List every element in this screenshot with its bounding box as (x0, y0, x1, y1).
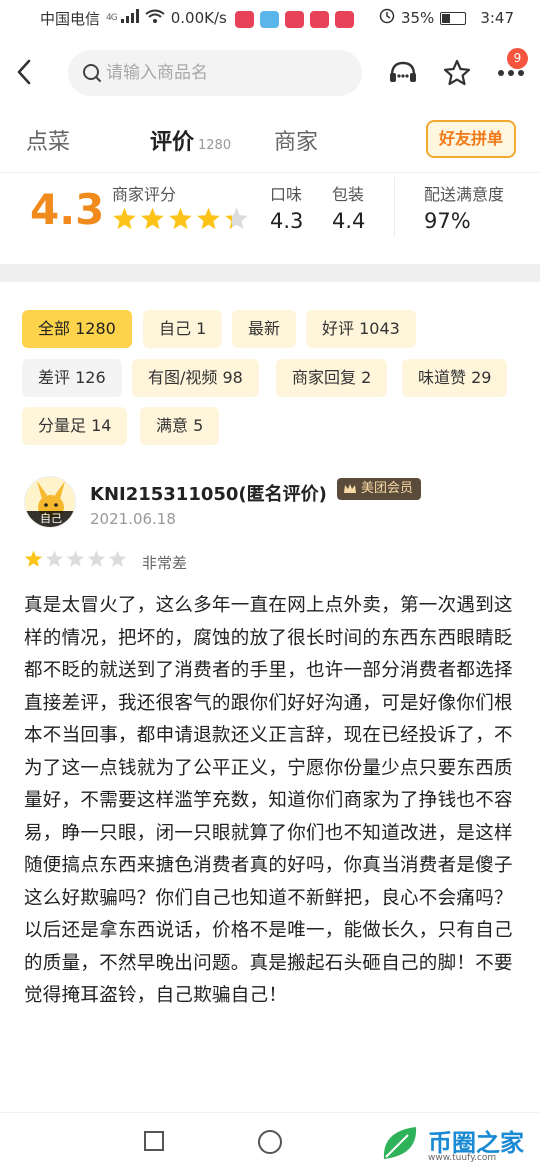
star-outline-icon (443, 59, 471, 86)
customer-service-icon (390, 61, 416, 82)
recents-button[interactable] (144, 1131, 164, 1151)
filter-chip-positive[interactable]: 好评 1043 (306, 310, 416, 348)
tab-label: 商家 (274, 130, 319, 155)
score-label: 商家评分 (112, 185, 177, 204)
system-nav-bar: 币圈之家 www.tuufy.com (0, 1112, 540, 1170)
favorite-button[interactable] (440, 56, 474, 90)
search-input[interactable] (106, 63, 346, 83)
battery-percent: 35% (400, 9, 435, 27)
filter-chip-mine[interactable]: 自己 1 (143, 310, 223, 348)
score-stars (112, 207, 249, 232)
packaging-label: 包装 (332, 185, 365, 204)
filter-chip-portion[interactable]: 分量足 14 (22, 407, 128, 445)
star-icon (24, 550, 43, 567)
section-divider (0, 264, 540, 282)
filter-chip-media[interactable]: 有图/视频 98 (132, 359, 259, 397)
tab-reviews[interactable]: 评价 1280 (150, 124, 231, 156)
search-bar[interactable] (68, 50, 362, 96)
tab-merchant[interactable]: 商家 (274, 124, 318, 156)
avatar-tag: 自己 (25, 511, 75, 527)
app-notification-icon (309, 10, 329, 28)
top-nav (0, 42, 540, 104)
tab-label: 点菜 (26, 130, 71, 155)
filter-chip-merchant-reply[interactable]: 商家回复 2 (276, 359, 388, 397)
shop-tabs: 点菜 评价 1280 商家 好友拼单 (0, 112, 540, 168)
network-type: 4G (106, 13, 118, 23)
reviewer-name: KNI215311050(匿名评价) (90, 484, 327, 505)
network-speed: 0.00K/s (170, 9, 227, 27)
app-notification-icon (259, 10, 279, 28)
app-notification-icon (284, 10, 304, 28)
taste-label: 口味 (270, 185, 303, 204)
wifi-icon (145, 9, 165, 27)
crown-icon (344, 484, 356, 493)
watermark-url: www.tuufy.com (428, 1153, 497, 1163)
star-icon (87, 550, 106, 567)
star-icon (169, 207, 192, 230)
home-button[interactable] (258, 1130, 282, 1154)
carrier-label: 中国电信 (40, 9, 101, 28)
star-icon (225, 207, 248, 230)
more-dots-icon (498, 70, 524, 76)
star-icon (113, 207, 136, 230)
review-star-label: 非常差 (142, 554, 188, 572)
taste-value: 4.3 (270, 209, 304, 233)
search-icon (83, 64, 101, 82)
customer-service-button[interactable] (386, 56, 420, 90)
star-icon (141, 207, 164, 230)
filter-chip-satisfied[interactable]: 满意 5 (140, 407, 220, 445)
back-arrow-icon (17, 59, 31, 85)
review-count: 1280 (198, 138, 232, 153)
delivery-value: 97% (424, 209, 471, 233)
signal-icon (120, 9, 139, 27)
star-icon (66, 550, 85, 567)
member-badge-label: 美团会员 (361, 481, 414, 496)
notification-badge: 9 (507, 48, 528, 69)
star-icon (197, 207, 220, 230)
delivery-label: 配送满意度 (424, 185, 505, 204)
divider (394, 177, 395, 237)
packaging-value: 4.4 (332, 209, 366, 233)
app-notification-icon (334, 10, 354, 28)
filter-chip-negative[interactable]: 差评 126 (22, 359, 122, 397)
star-icon (45, 550, 64, 567)
review-stars (24, 550, 127, 569)
overall-score: 4.3 (30, 185, 105, 234)
app-notification-icon (234, 10, 254, 28)
status-bar: 中国电信 4G 0.00K/s 35% 3:47 (0, 0, 540, 36)
tab-order[interactable]: 点菜 (26, 124, 70, 156)
alarm-icon (379, 8, 395, 28)
filter-chip-all[interactable]: 全部 1280 (22, 310, 132, 348)
leaf-logo-icon (383, 1127, 417, 1159)
avatar[interactable]: 自己 (24, 476, 76, 528)
back-button[interactable] (12, 56, 36, 88)
rating-summary: 4.3 商家评分 口味 4.3 包装 4.4 配送满意度 97% (0, 172, 540, 250)
watermark-logo: 币圈之家 www.tuufy.com (378, 1119, 528, 1167)
clock: 3:47 (480, 9, 514, 27)
battery-icon (440, 11, 467, 25)
review-date: 2021.06.18 (90, 510, 176, 528)
filter-chip-taste[interactable]: 味道赞 29 (402, 359, 508, 397)
star-icon (108, 550, 127, 567)
filter-chip-latest[interactable]: 最新 (232, 310, 297, 348)
group-order-button[interactable]: 好友拼单 (426, 120, 516, 158)
review-text: 真是太冒火了，这么多年一直在网上点外卖，第一次遇到这样的情况，把坏的，腐蚀的放了… (24, 595, 513, 1006)
member-badge: 美团会员 (337, 478, 422, 500)
tab-label: 评价 (150, 130, 195, 155)
